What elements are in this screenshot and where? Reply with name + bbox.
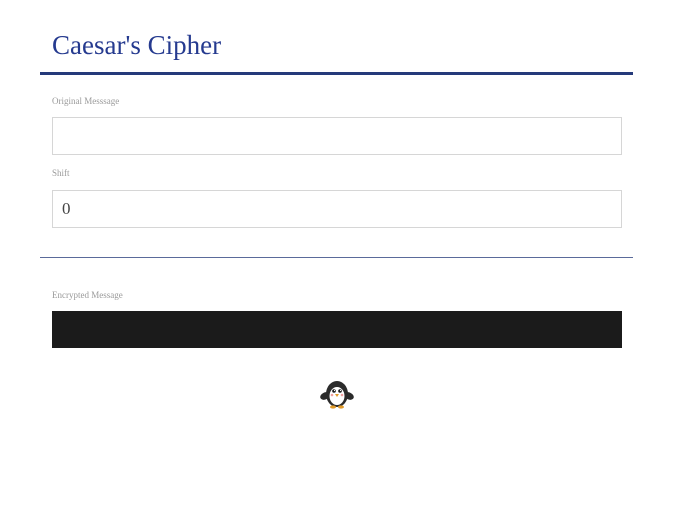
penguin-icon: [320, 379, 354, 409]
shift-label: Shift: [52, 168, 70, 178]
original-message-label: Original Messsage: [52, 96, 120, 106]
page-title: Caesar's Cipher: [52, 30, 222, 60]
encrypted-message-label: Encrypted Message: [52, 290, 123, 300]
section-divider: [40, 257, 633, 258]
shift-input[interactable]: [52, 190, 622, 228]
caesar-cipher-page: Caesar's Cipher Original Messsage Shift …: [0, 0, 683, 512]
original-message-input[interactable]: [52, 117, 622, 155]
header-divider: [40, 72, 633, 75]
encrypted-message-output: [52, 311, 622, 348]
